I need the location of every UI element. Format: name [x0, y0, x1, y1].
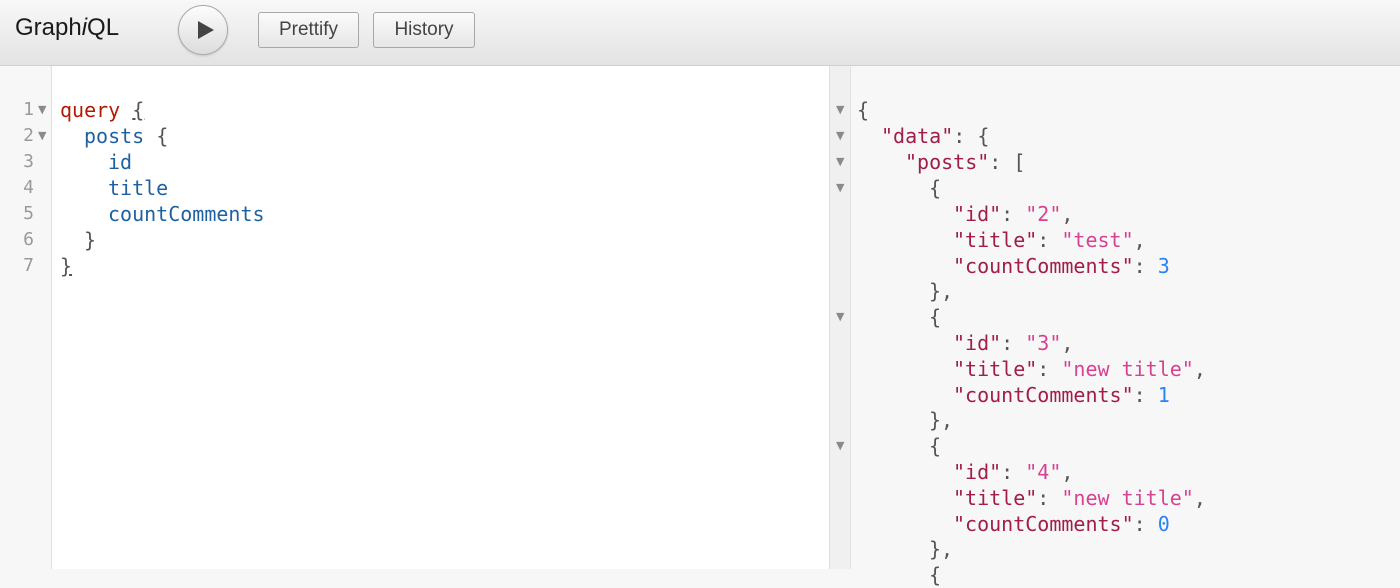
json-line: }, [929, 408, 954, 432]
run-query-button[interactable] [178, 5, 228, 55]
play-icon [198, 21, 214, 39]
prettify-button[interactable]: Prettify [258, 12, 359, 48]
line-number: 5 [23, 203, 34, 224]
fold-arrow-icon[interactable]: ▼ [38, 97, 46, 123]
query-editor[interactable]: 1 ▼ 2 ▼ 3 4 5 6 7 query { posts { id tit… [0, 66, 830, 569]
json-line: }, [929, 537, 954, 561]
fold-arrow-icon[interactable]: ▼ [836, 149, 844, 175]
json-line: { [857, 98, 870, 122]
json-line: { [929, 434, 942, 458]
json-line: { [929, 176, 942, 200]
app-title: GraphiQL [15, 14, 120, 41]
fold-arrow-icon[interactable]: ▼ [836, 175, 844, 201]
code-line: } [84, 228, 97, 252]
line-number: 6 [23, 229, 34, 250]
json-line: }, [929, 279, 954, 303]
line-number: 4 [23, 177, 34, 198]
line-number: 7 [23, 255, 34, 276]
json-line: "id": "4", [953, 460, 1074, 484]
result-viewer[interactable]: ▼ ▼ ▼ ▼ ▼ ▼ { "data": { "posts": [ { "id… [830, 66, 1400, 587]
code-line: title [108, 175, 168, 201]
fold-arrow-icon[interactable]: ▼ [836, 123, 844, 149]
json-line: "countComments": 3 [953, 254, 1170, 278]
json-line: { [929, 305, 942, 329]
json-line: "title": "test", [953, 228, 1146, 252]
line-number: 2 [23, 125, 34, 146]
toolbar: GraphiQL Prettify History [0, 0, 1400, 66]
line-number-gutter: 1 ▼ 2 ▼ 3 4 5 6 7 [0, 66, 52, 569]
field-name: countComments [108, 202, 265, 226]
json-line: "title": "new title", [953, 486, 1206, 510]
json-line: "countComments": 0 [953, 512, 1170, 536]
field-name: id [108, 150, 133, 174]
matched-brace: } [60, 254, 73, 278]
json-line: "title": "new title", [953, 357, 1206, 381]
code-line: posts { [84, 124, 169, 148]
field-name: posts [84, 124, 145, 148]
history-button[interactable]: History [373, 12, 475, 48]
query-keyword: query [60, 98, 121, 122]
matched-brace: { [132, 98, 145, 122]
line-number: 1 [23, 99, 34, 120]
json-line: "posts": [ [905, 150, 1026, 174]
fold-arrow-icon[interactable]: ▼ [38, 123, 46, 149]
json-line: "countComments": 1 [953, 383, 1170, 407]
fold-arrow-icon[interactable]: ▼ [836, 304, 844, 330]
fold-arrow-icon[interactable]: ▼ [836, 433, 844, 459]
fold-arrow-icon[interactable]: ▼ [836, 97, 844, 123]
code-line: query { [60, 97, 144, 123]
json-line: "id": "2", [953, 202, 1074, 226]
field-name: title [108, 176, 169, 200]
code-line: id [108, 149, 132, 175]
code-line: } [60, 253, 72, 279]
json-line: "id": "3", [953, 331, 1074, 355]
json-line: "data": { [881, 124, 990, 148]
line-number: 3 [23, 151, 34, 172]
code-line: countComments [108, 201, 265, 227]
json-line: { [929, 563, 942, 587]
